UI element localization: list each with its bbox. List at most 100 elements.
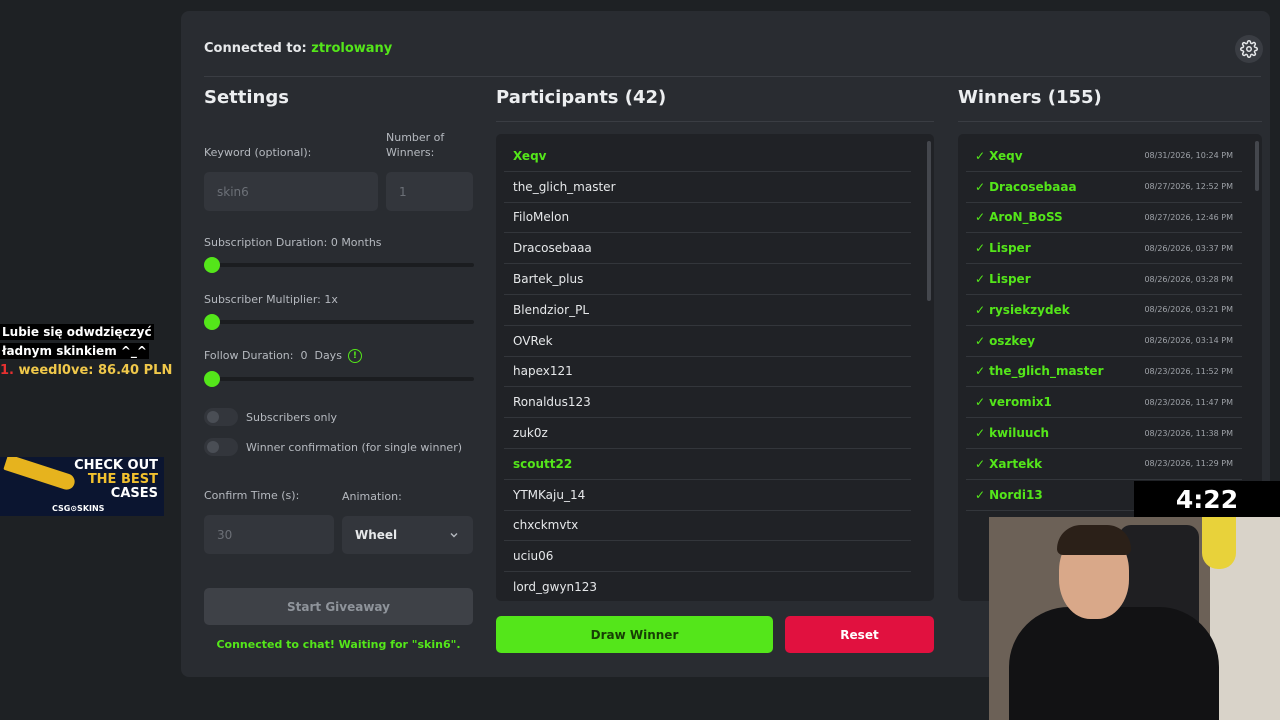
checkmark-icon: ✓ [975,487,986,502]
reset-button[interactable]: Reset [785,616,934,653]
winner-confirmation-label: Winner confirmation (for single winner) [246,440,463,454]
winner-username: rysiekzydek [989,302,1070,317]
header-divider [204,76,1261,77]
chat-status-message: Connected to chat! Waiting for "skin6". [216,638,461,651]
winner-name: ✓ oszkey [975,334,1144,348]
winner-username: Dracosebaaa [989,179,1077,194]
participant-row[interactable]: Xeqv [504,141,911,172]
winner-date: 08/26/2026, 03:37 PM [1144,243,1233,253]
participant-name: zuk0z [513,426,548,441]
checkmark-icon: ✓ [975,333,986,348]
participant-row[interactable]: chxckmvtx [504,511,911,542]
donation-overlay: Lubie się odwdzięczyć ładnym skinkiem ^_… [0,321,172,378]
winner-row[interactable]: ✓ AroN_BoSS 08/27/2026, 12:46 PM [966,203,1242,234]
checkmark-icon: ✓ [975,364,986,379]
participant-row[interactable]: Bartek_plus [504,264,911,295]
participant-row[interactable]: Blendzior_PL [504,295,911,326]
winner-row[interactable]: ✓ Xartekk 08/23/2026, 11:29 PM [966,449,1242,480]
winner-row[interactable]: ✓ veromix1 08/23/2026, 11:47 PM [966,387,1242,419]
subscriber-multiplier-slider[interactable] [204,314,474,330]
start-giveaway-button[interactable]: Start Giveaway [204,588,473,625]
winner-row[interactable]: ✓ kwiluuch 08/23/2026, 11:38 PM [966,418,1242,449]
winner-row[interactable]: ✓ the_glich_master 08/23/2026, 11:52 PM [966,357,1242,388]
webcam-feed [989,517,1280,720]
participants-scrollbar[interactable] [927,141,931,301]
animation-select[interactable]: Wheel [342,516,473,554]
webcam-streamer-hair [1057,525,1131,555]
keyword-input[interactable]: skin6 [204,172,378,211]
winner-date: 08/31/2026, 10:24 PM [1144,151,1233,161]
participant-row[interactable]: uciu06 [504,541,911,573]
webcam-mask-figure [1202,517,1236,569]
winners-items: ✓ Xeqv 08/31/2026, 10:24 PM ✓ Dracosebaaa 08/… [958,134,1242,511]
slider-thumb[interactable] [204,314,220,330]
winner-date: 08/23/2026, 11:47 PM [1144,397,1233,407]
checkmark-icon: ✓ [975,456,986,471]
winners-count-input[interactable]: 1 [386,172,473,211]
participant-name: OVRek [513,333,553,348]
ad-line3: CASES [110,486,158,501]
participant-row[interactable]: FiloMelon [504,203,911,234]
winner-username: Lisper [989,272,1031,287]
slider-thumb[interactable] [204,371,220,387]
participant-row[interactable]: zuk0z [504,418,911,449]
winner-confirmation-toggle[interactable] [204,438,238,456]
winner-row[interactable]: ✓ oszkey 08/26/2026, 03:14 PM [966,326,1242,357]
participant-name: Xeqv [513,148,547,163]
participants-list[interactable]: Xeqv the_glich_master FiloMelon Dracosebaaa… [496,134,934,601]
info-icon[interactable]: ! [347,349,362,363]
participant-row[interactable]: lord_gwyn123 [504,572,911,601]
winner-date: 08/23/2026, 11:38 PM [1144,428,1233,438]
gear-icon [1240,40,1258,58]
participants-items: Xeqv the_glich_master FiloMelon Dracosebaaa… [496,134,911,601]
participant-name: chxckmvtx [513,518,579,533]
winner-name: ✓ Xeqv [975,149,1144,163]
winner-date: 08/23/2026, 11:29 PM [1144,459,1233,469]
participant-row[interactable]: Dracosebaaa [504,233,911,265]
participant-name: the_glich_master [513,179,616,194]
slider-track [204,320,474,324]
winner-date: 08/27/2026, 12:52 PM [1144,182,1233,192]
confirm-time-input[interactable]: 30 [204,515,334,554]
winner-confirmation-row: Winner confirmation (for single winner) [204,438,462,456]
winners-count-label-line2: Winners: [386,146,435,159]
participant-row[interactable]: scoutt22 [504,449,911,480]
checkmark-icon: ✓ [975,426,986,441]
settings-gear-button[interactable] [1235,35,1263,63]
ad-text: CHECK OUT THE BEST CASES [74,459,158,501]
winner-username: Xeqv [989,148,1023,163]
subscription-duration-slider[interactable] [204,257,474,273]
winner-row[interactable]: ✓ Xeqv 08/31/2026, 10:24 PM [966,141,1242,172]
participant-row[interactable]: OVRek [504,326,911,357]
winners-scrollbar[interactable] [1255,141,1259,191]
slider-thumb[interactable] [204,257,220,273]
participant-row[interactable]: the_glich_master [504,172,911,203]
subscribers-only-toggle[interactable] [204,408,238,426]
participant-row[interactable]: Ronaldus123 [504,387,911,419]
follow-duration-slider[interactable] [204,371,474,387]
participant-row[interactable]: YTMKaju_14 [504,480,911,511]
winner-row[interactable]: ✓ rysiekzydek 08/26/2026, 03:21 PM [966,295,1242,326]
winner-row[interactable]: ✓ Lisper 08/26/2026, 03:28 PM [966,264,1242,295]
winner-username: veromix1 [989,395,1052,410]
channel-name: ztrolowany [311,41,393,56]
stream-timer: 4:22 [1134,481,1280,517]
winner-date: 08/26/2026, 03:21 PM [1144,305,1233,315]
participant-row[interactable]: hapex121 [504,357,911,388]
subscribers-only-label: Subscribers only [246,410,338,424]
checkmark-icon: ✓ [975,302,986,317]
draw-winner-button[interactable]: Draw Winner [496,616,773,653]
winner-username: Lisper [989,241,1031,256]
ad-line1: CHECK OUT [74,458,158,473]
checkmark-icon: ✓ [975,241,986,256]
winner-name: ✓ Lisper [975,241,1144,255]
winner-username: the_glich_master [989,364,1104,379]
winner-row[interactable]: ✓ Lisper 08/26/2026, 03:37 PM [966,233,1242,265]
winners-count-label: Number of Winners: [386,130,444,160]
slider-track [204,377,474,381]
winner-username: oszkey [989,333,1036,348]
winner-row[interactable]: ✓ Dracosebaaa 08/27/2026, 12:52 PM [966,172,1242,203]
connected-label: Connected to: [204,41,307,56]
winner-username: AroN_BoSS [989,210,1063,225]
participant-name: lord_gwyn123 [513,580,598,595]
